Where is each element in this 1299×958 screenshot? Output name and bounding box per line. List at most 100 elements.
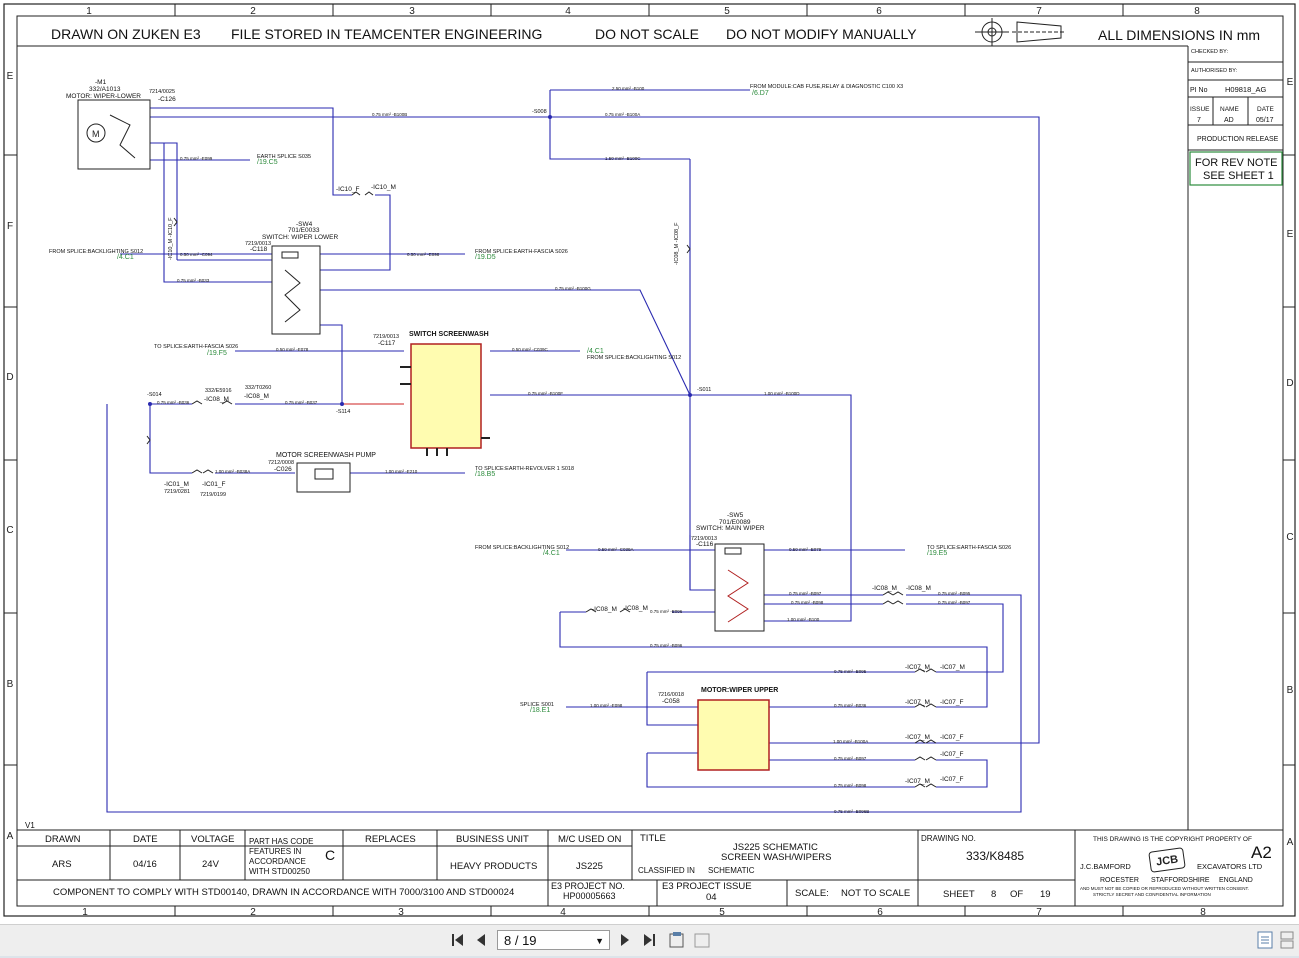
svg-text:-IC08_M: -IC08_M	[592, 606, 617, 613]
row-label: B	[1287, 685, 1294, 696]
svg-text:0.75 mm² -B097: 0.75 mm² -B097	[938, 600, 971, 605]
schematic-drawing: 1 2 3 4 5 6 7 8 1 2 3 4 5 6 7 8 E F D C …	[3, 3, 1296, 918]
voltage-label: VOLTAGE	[191, 834, 234, 845]
page-number-field[interactable]: 8 / 19 ▼	[497, 930, 610, 950]
svg-text:FROM SPLICE:BACKLIGHTING S012: FROM SPLICE:BACKLIGHTING S012	[587, 355, 681, 361]
svg-text:-S014: -S014	[147, 392, 162, 398]
svg-text:-IC07_F: -IC07_F	[940, 776, 964, 783]
svg-text:MOTOR: WIPER-LOWER: MOTOR: WIPER-LOWER	[66, 93, 141, 100]
svg-text:-IC07_F: -IC07_F	[940, 734, 964, 741]
svg-text:SWITCH: MAIN WIPER: SWITCH: MAIN WIPER	[696, 525, 765, 532]
mc-used-value: JS225	[576, 861, 603, 872]
svg-text:04: 04	[706, 892, 717, 903]
svg-text:1.00 mm² -B100D: 1.00 mm² -B100D	[764, 391, 800, 396]
fit-page-button[interactable]	[666, 929, 688, 951]
switch-main-wiper: -SW5 701/E0089 SWITCH: MAIN WIPER 7219/0…	[691, 512, 765, 632]
svg-text:SCALE:: SCALE:	[795, 888, 829, 899]
motor-wiper-lower: M -M1 332/A1013 MOTOR: WIPER-LOWER 7214/…	[66, 79, 176, 170]
svg-text:/19.E5: /19.E5	[927, 550, 947, 557]
svg-text:-IC10_M: -IC10_M	[371, 184, 396, 191]
svg-text:/19.F5: /19.F5	[207, 350, 227, 357]
schematic-sheet: 1 2 3 4 5 6 7 8 1 2 3 4 5 6 7 8 E F D C …	[0, 0, 1299, 924]
row-label: C	[6, 525, 13, 536]
replaces-label: REPLACES	[365, 834, 416, 845]
row-label: A	[1287, 837, 1294, 848]
svg-text:-M1: -M1	[95, 79, 107, 86]
next-page-button[interactable]	[614, 929, 636, 951]
pdf-viewer-toolbar: 8 / 19 ▼	[0, 924, 1299, 958]
last-page-button[interactable]	[638, 929, 660, 951]
svg-text:0.75 mm² -B098: 0.75 mm² -B098	[791, 600, 824, 605]
svg-text:PART HAS CODE: PART HAS CODE	[249, 837, 313, 846]
svg-text:ACCORDANCE: ACCORDANCE	[249, 857, 306, 866]
row-label: C	[1286, 532, 1293, 543]
prev-page-icon	[477, 934, 485, 946]
svg-text:C: C	[325, 847, 335, 863]
svg-text:STAFFORDSHIRE: STAFFORDSHIRE	[1151, 877, 1210, 884]
row-label: E	[1287, 229, 1294, 240]
drawing-number: 333/K8485	[966, 849, 1024, 863]
page-number-text: 8 / 19	[504, 933, 537, 948]
label-from-module: FROM MODULE:CAB FUSE,RELAY & DIAGNOSTIC …	[750, 84, 903, 90]
svg-text:MOTOR SCREENWASH PUMP: MOTOR SCREENWASH PUMP	[276, 452, 376, 459]
svg-text:0.75 mm² -B096B: 0.75 mm² -B096B	[834, 809, 869, 814]
fit-page-icon	[669, 932, 684, 948]
drawn-value: ARS	[52, 859, 72, 870]
svg-text:332/A1013: 332/A1013	[89, 86, 121, 93]
svg-text:FEATURES IN: FEATURES IN	[249, 847, 302, 856]
svg-text:NOT TO SCALE: NOT TO SCALE	[841, 888, 910, 899]
svg-text:0.75 mm² -E099: 0.75 mm² -E099	[180, 156, 213, 161]
svg-text:SWITCH: WIPER LOWER: SWITCH: WIPER LOWER	[262, 234, 339, 241]
svg-text:0.50 mm² -E078: 0.50 mm² -E078	[276, 347, 309, 352]
title-label: TITLE	[640, 833, 666, 844]
svg-text:WITH STD00250: WITH STD00250	[249, 867, 310, 876]
date-value: 04/16	[133, 859, 157, 870]
col-label: 5	[719, 907, 725, 918]
svg-text:-C126: -C126	[158, 96, 176, 103]
col-label: 3	[409, 6, 415, 17]
svg-text:SWITCH SCREENWASH: SWITCH SCREENWASH	[409, 331, 489, 338]
first-page-button[interactable]	[447, 929, 469, 951]
col-label: 8	[1200, 907, 1206, 918]
svg-text:0.75 mm² -B100F: 0.75 mm² -B100F	[528, 391, 563, 396]
svg-text:-IC01_F: -IC01_F	[202, 481, 226, 488]
svg-text:-IC08_M: -IC08_M	[623, 605, 648, 612]
business-unit-label: BUSINESS UNIT	[456, 834, 529, 845]
svg-text:0.75 mm² -B100A: 0.75 mm² -B100A	[605, 112, 640, 117]
svg-text:1.00 mm² -B100: 1.00 mm² -B100	[787, 617, 820, 622]
svg-text:0.75 mm² -B100G: 0.75 mm² -B100G	[555, 286, 591, 291]
svg-text:0.75 mm² -B036: 0.75 mm² -B036	[834, 703, 867, 708]
continuous-button[interactable]	[1276, 929, 1298, 951]
svg-text:19: 19	[1040, 889, 1051, 900]
svg-text:DRAWING NO.: DRAWING NO.	[921, 834, 976, 843]
date-label: DATE	[133, 834, 158, 845]
sheet-size: A2	[1251, 843, 1272, 862]
svg-text:0.75 mm² -B096: 0.75 mm² -B096	[650, 609, 683, 614]
row-label: D	[1286, 378, 1293, 389]
col-label: 8	[1194, 6, 1200, 17]
pi-no-value: H09818_AG	[1225, 85, 1266, 94]
svg-text:-IC07_M: -IC07_M	[905, 734, 930, 741]
prev-page-button[interactable]	[470, 929, 492, 951]
svg-text:0.75 mm² -B096: 0.75 mm² -B096	[650, 643, 683, 648]
last-page-icon	[644, 934, 655, 946]
drawing-subtitle: SCREEN WASH/WIPERS	[721, 852, 832, 863]
col-label: 2	[250, 6, 256, 17]
svg-text:-C118: -C118	[250, 246, 268, 253]
svg-text:/18.B5: /18.B5	[475, 471, 495, 478]
fit-width-icon	[694, 933, 710, 948]
svg-text:M: M	[92, 129, 100, 139]
col-label: 1	[86, 6, 92, 17]
svg-text:-C117: -C117	[378, 340, 396, 347]
svg-text:1.00 mm² -E098: 1.00 mm² -E098	[590, 703, 623, 708]
fit-width-button[interactable]	[691, 929, 713, 951]
svg-text:-SW5: -SW5	[727, 512, 744, 519]
header-note: DO NOT SCALE	[595, 26, 699, 42]
single-page-button[interactable]	[1254, 929, 1276, 951]
svg-text:THIS DRAWING IS THE COPYRIGHT: THIS DRAWING IS THE COPYRIGHT PROPERTY O…	[1093, 836, 1252, 843]
svg-text:SHEET: SHEET	[943, 889, 975, 900]
col-label: 4	[560, 907, 566, 918]
svg-text:-S008: -S008	[532, 109, 547, 115]
svg-text:E3 PROJECT ISSUE: E3 PROJECT ISSUE	[662, 881, 752, 892]
svg-text:-IC10_M -IC10_F: -IC10_M -IC10_F	[168, 217, 174, 260]
